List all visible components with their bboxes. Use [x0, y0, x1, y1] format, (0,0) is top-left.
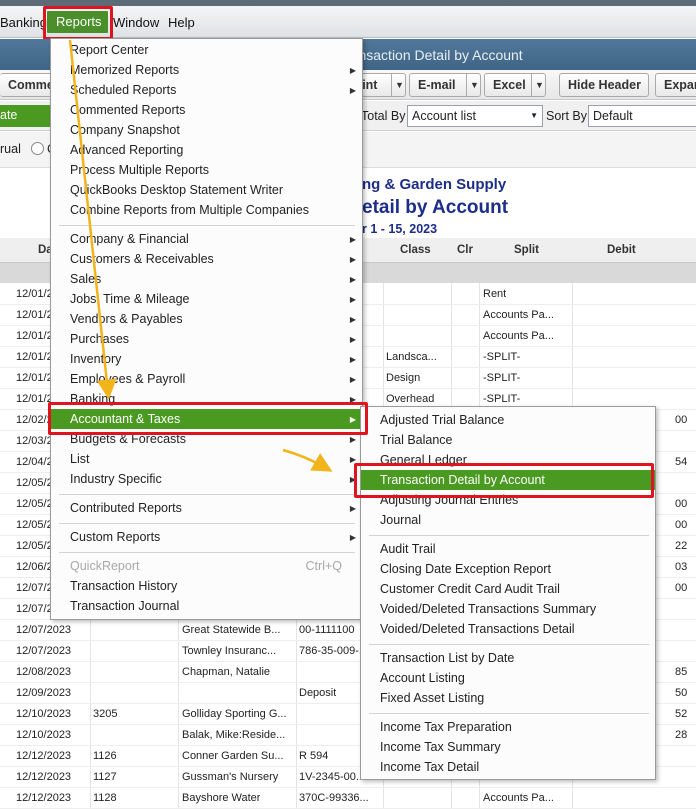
annotation-arrows	[68, 39, 333, 472]
annotation-arrow-right	[282, 448, 333, 472]
annotation-arrow-down	[68, 39, 117, 400]
